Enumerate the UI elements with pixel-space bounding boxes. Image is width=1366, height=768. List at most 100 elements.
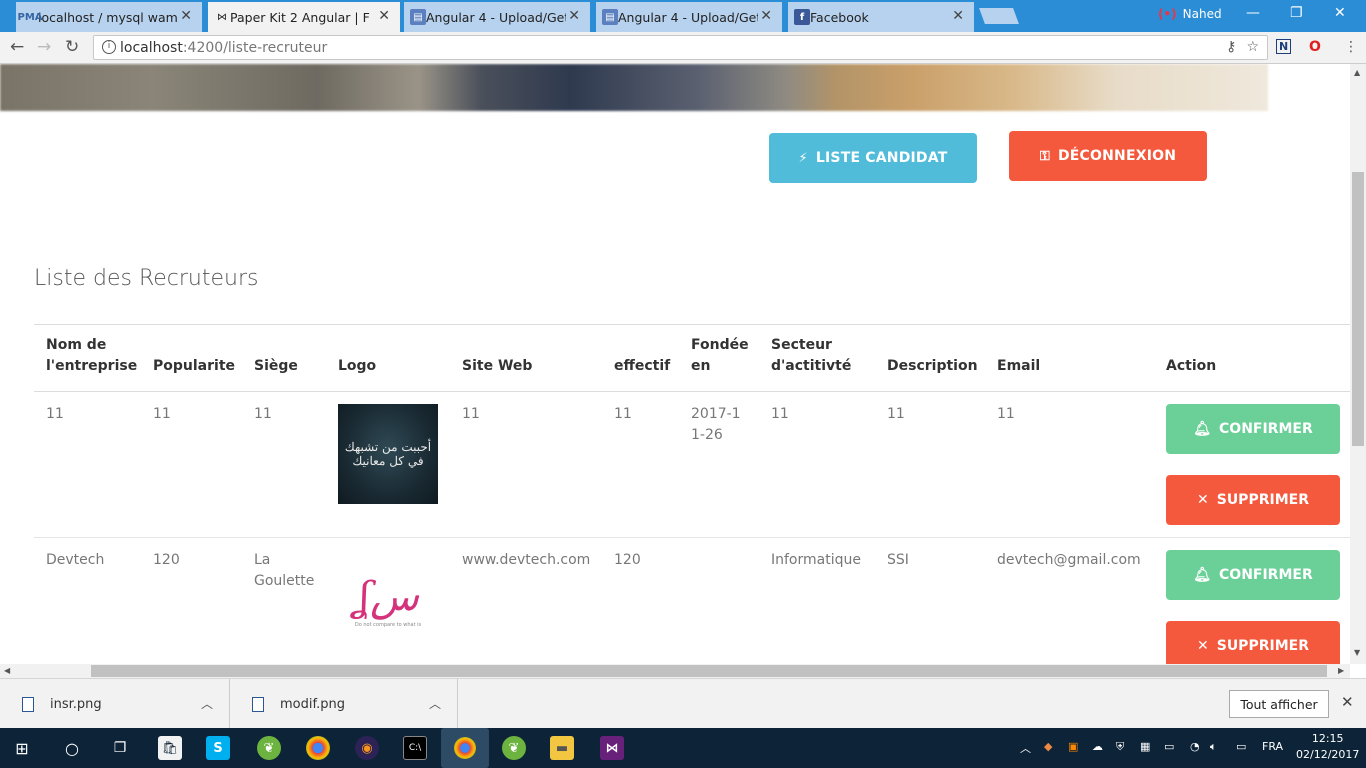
reload-icon[interactable]: ↻ <box>65 37 79 57</box>
shield-icon[interactable]: ⛨ <box>1116 740 1124 754</box>
cell-secteur: Informatique <box>771 552 861 568</box>
clock[interactable]: 12:15 02/12/2017 <box>1296 731 1359 763</box>
display-icon[interactable]: ▭ <box>1164 740 1174 753</box>
recruiters-table: Nom de l'entreprise Popularite Siège Log… <box>34 324 1350 664</box>
tab-facebook[interactable]: f Facebook ✕ <box>788 2 974 32</box>
extension-n-icon[interactable]: N <box>1276 39 1292 54</box>
opera-icon[interactable]: O <box>1309 39 1321 55</box>
cell-description: 11 <box>887 406 905 422</box>
onedrive-icon[interactable]: ☁ <box>1092 740 1103 753</box>
close-icon[interactable]: ✕ <box>180 8 192 24</box>
spring-icon[interactable]: ❦ <box>257 736 281 760</box>
download-item[interactable]: insr.png ︿ <box>0 679 230 729</box>
scroll-down-icon[interactable]: ▼ <box>1354 648 1360 657</box>
terminal-icon[interactable]: C:\ <box>403 736 427 760</box>
horizontal-scroll-thumb[interactable] <box>91 665 1327 677</box>
eclipse-icon[interactable]: ◉ <box>355 736 379 760</box>
close-icon[interactable]: ✕ <box>760 8 772 24</box>
star-icon[interactable]: ☆ <box>1246 39 1259 55</box>
visual-studio-icon[interactable]: ⋈ <box>600 736 624 760</box>
bowtie-icon: ⋈ <box>217 11 227 23</box>
cell-fondee: 2017-11-26 <box>691 406 741 443</box>
chrome-icon[interactable] <box>306 736 330 760</box>
confirm-button[interactable]: 🔔︎ CONFIRMER <box>1166 404 1340 454</box>
chevron-up-icon[interactable]: ︿ <box>201 695 213 712</box>
liste-candidat-button[interactable]: ⚡ LISTE CANDIDAT <box>769 133 977 183</box>
chrome-active-icon[interactable] <box>441 728 489 768</box>
deconnexion-button[interactable]: ⚿ DÉCONNEXION <box>1009 131 1207 181</box>
vertical-scroll-thumb[interactable] <box>1352 172 1364 446</box>
download-item[interactable]: modif.png ︿ <box>230 679 458 729</box>
cell-effectif: 120 <box>614 552 641 568</box>
close-icon: ✕ <box>1197 492 1209 508</box>
table-row: 11 11 11 أحببت من تشبهك في كل معانيك 11 … <box>34 392 1350 538</box>
close-icon[interactable]: ✕ <box>1341 693 1354 711</box>
cell-site-web: www.devtech.com <box>462 552 591 568</box>
facebook-icon: f <box>794 9 810 25</box>
window-close-icon[interactable]: ✕ <box>1334 5 1346 21</box>
tab-angular-upload-1[interactable]: ▤ Angular 4 - Upload/Get I ✕ <box>404 2 590 32</box>
spring-icon[interactable]: ❦ <box>502 736 526 760</box>
profile-icon: (•) <box>1158 7 1177 21</box>
cell-popularite: 11 <box>153 406 171 422</box>
cell-siege: 11 <box>254 406 272 422</box>
profile-button[interactable]: (•) Nahed <box>1158 7 1222 21</box>
close-icon: ✕ <box>1197 638 1209 654</box>
store-icon[interactable]: 🛍︎ <box>158 736 182 760</box>
tray-app-icon[interactable]: ▦ <box>1140 740 1150 753</box>
volume-icon[interactable]: 🔈︎ <box>1210 740 1217 754</box>
col-secteur: Secteur d'actitivté <box>771 337 852 374</box>
tab-paper-kit[interactable]: ⋈ Paper Kit 2 Angular | Free ✕ <box>208 2 400 32</box>
delete-button[interactable]: ✕ SUPPRIMER <box>1166 475 1340 525</box>
file-explorer-icon[interactable]: ▬ <box>550 736 574 760</box>
col-siege: Siège <box>254 358 298 374</box>
battery-icon[interactable]: ▭ <box>1236 740 1246 753</box>
cell-nom: 11 <box>46 406 64 422</box>
image-file-icon <box>22 696 34 712</box>
menu-icon[interactable]: ⋮ <box>1344 39 1358 55</box>
cell-siege: La Goulette <box>254 552 315 589</box>
logo-calligraphy: ʆس <box>357 574 419 620</box>
tray-app-icon[interactable]: ◆ <box>1044 740 1052 753</box>
wifi-icon[interactable]: ◔ <box>1190 740 1200 753</box>
minimize-icon[interactable]: — <box>1246 5 1260 21</box>
maximize-icon[interactable]: ❐ <box>1290 5 1303 21</box>
browser-toolbar: ← → ↻ i localhost:4200/liste-recruteur ⚷… <box>0 32 1366 64</box>
tab-phpmyadmin[interactable]: PMA localhost / mysql wamps ✕ <box>16 2 202 32</box>
close-icon[interactable]: ✕ <box>952 8 964 24</box>
cell-email: devtech@gmail.com <box>997 552 1141 568</box>
cell-effectif: 11 <box>614 406 632 422</box>
angular-doc-icon: ▤ <box>602 9 618 25</box>
show-all-downloads-button[interactable]: Tout afficher <box>1229 690 1329 718</box>
close-icon[interactable]: ✕ <box>378 8 390 24</box>
back-icon[interactable]: ← <box>10 37 24 57</box>
skype-icon[interactable]: S <box>206 736 230 760</box>
scroll-left-icon[interactable]: ◀ <box>4 666 10 675</box>
tray-chevron-icon[interactable]: ︿ <box>1020 740 1031 756</box>
col-email: Email <box>997 358 1041 374</box>
delete-button[interactable]: ✕ SUPPRIMER <box>1166 621 1340 664</box>
cell-description: SSI <box>887 552 909 568</box>
new-tab-button[interactable] <box>979 8 1019 24</box>
scroll-up-icon[interactable]: ▲ <box>1354 68 1360 77</box>
address-bar[interactable]: i localhost:4200/liste-recruteur ⚷ ☆ <box>93 35 1268 60</box>
cell-site-web: 11 <box>462 406 480 422</box>
key-icon[interactable]: ⚷ <box>1226 39 1236 55</box>
table-header: Nom de l'entreprise Popularite Siège Log… <box>34 324 1350 392</box>
phpmyadmin-icon: PMA <box>17 11 43 23</box>
task-view-icon[interactable]: ❐ <box>108 736 132 760</box>
confirm-button[interactable]: 🔔︎ CONFIRMER <box>1166 550 1340 600</box>
forward-icon[interactable]: → <box>37 37 51 57</box>
scroll-right-icon[interactable]: ▶ <box>1338 666 1344 675</box>
bell-icon: 🔔︎ <box>1193 567 1212 583</box>
chevron-up-icon[interactable]: ︿ <box>429 695 441 712</box>
close-icon[interactable]: ✕ <box>568 8 580 24</box>
col-site-web: Site Web <box>462 358 533 374</box>
info-icon[interactable]: i <box>102 40 116 54</box>
tab-angular-upload-2[interactable]: ▤ Angular 4 - Upload/Get I ✕ <box>596 2 782 32</box>
tray-app-icon[interactable]: ▣ <box>1068 740 1078 753</box>
windows-start-icon[interactable]: ⊞ <box>10 736 34 760</box>
col-popularite: Popularite <box>153 358 236 374</box>
search-icon[interactable]: ○ <box>60 736 84 760</box>
language-indicator[interactable]: FRA <box>1262 740 1283 753</box>
